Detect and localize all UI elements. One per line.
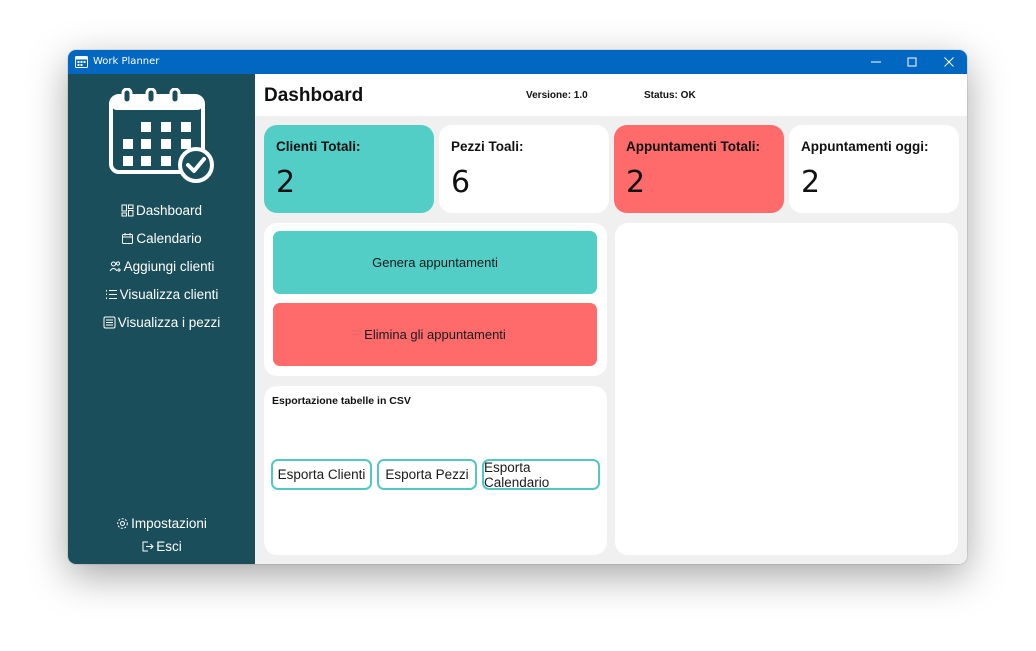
sidebar-item-label: Visualizza i pezzi [117,314,221,330]
stat-card-appuntamenti-oggi: Appuntamenti oggi: 2 [789,125,959,213]
title-bar[interactable]: Work Planner [68,50,967,74]
export-title: Esportazione tabelle in CSV [272,395,411,407]
page-header: Dashboard Versione: 1.0 Status: OK [255,74,967,116]
details-panel [615,223,958,555]
stat-card-pezzi: Pezzi Toali: 6 [439,125,609,213]
minimize-button[interactable] [858,50,894,74]
delete-appointments-button[interactable]: Elimina gli appuntamenti [273,303,597,366]
stat-label: Pezzi Toali: [451,139,524,154]
sidebar-item-label: Aggiungi clienti [123,258,215,274]
export-panel: Esportazione tabelle in CSV Esporta Clie… [264,386,607,555]
close-button[interactable] [931,50,967,74]
stat-card-clienti: Clienti Totali: 2 [264,125,434,213]
calendar-icon [122,232,134,244]
sidebar-item-impostazioni[interactable]: Impostazioni [68,512,255,534]
calendar-check-icon [109,88,214,183]
stat-value: 2 [626,165,646,200]
app-calendar-icon [75,56,88,68]
export-clienti-button[interactable]: Esporta Clienti [271,459,372,490]
sidebar-item-calendario[interactable]: Calendario [68,227,255,249]
close-icon [944,57,954,67]
sidebar-item-label: Esci [156,538,182,554]
sidebar-item-label: Calendario [136,230,202,246]
sidebar-item-label: Dashboard [135,202,203,218]
list-box-icon [103,316,116,328]
list-icon [105,289,117,299]
page-title: Dashboard [264,85,364,106]
export-calendario-button[interactable]: Esporta Calendario [482,459,600,490]
sidebar: Dashboard Calendario Aggiungi clienti Vi… [68,74,255,564]
stat-value: 2 [801,165,821,200]
generate-appointments-button[interactable]: Genera appuntamenti [273,231,597,294]
minimize-icon [871,61,881,63]
status-label: Status: OK [644,90,696,101]
stat-label: Appuntamenti Totali: [626,139,760,154]
maximize-icon [907,57,917,67]
sidebar-item-label: Impostazioni [131,515,207,531]
main-content: Dashboard Versione: 1.0 Status: OK Clien… [255,74,967,564]
export-pezzi-button[interactable]: Esporta Pezzi [377,459,477,490]
stat-label: Clienti Totali: [276,139,361,154]
sidebar-item-esci[interactable]: Esci [68,535,255,557]
sidebar-item-aggiungi-clienti[interactable]: Aggiungi clienti [68,255,255,277]
sidebar-item-visualizza-clienti[interactable]: Visualizza clienti [68,283,255,305]
stat-label: Appuntamenti oggi: [801,139,929,154]
window-title: Work Planner [93,56,160,67]
stat-value: 2 [276,165,296,200]
stat-card-appuntamenti-totali: Appuntamenti Totali: 2 [614,125,784,213]
sidebar-item-visualizza-pezzi[interactable]: Visualizza i pezzi [68,311,255,333]
stat-value: 6 [451,165,471,200]
dashboard-icon [121,204,134,216]
logout-icon [142,541,154,551]
actions-panel: Genera appuntamenti Elimina gli appuntam… [264,223,607,376]
app-window: Work Planner Dashboard Calendario Aggiun… [68,50,967,564]
sidebar-item-label: Visualizza clienti [119,286,219,302]
users-add-icon [109,260,121,272]
gear-icon [117,517,128,529]
version-label: Versione: 1.0 [526,90,588,101]
sidebar-item-dashboard[interactable]: Dashboard [68,199,255,221]
maximize-button[interactable] [894,50,930,74]
